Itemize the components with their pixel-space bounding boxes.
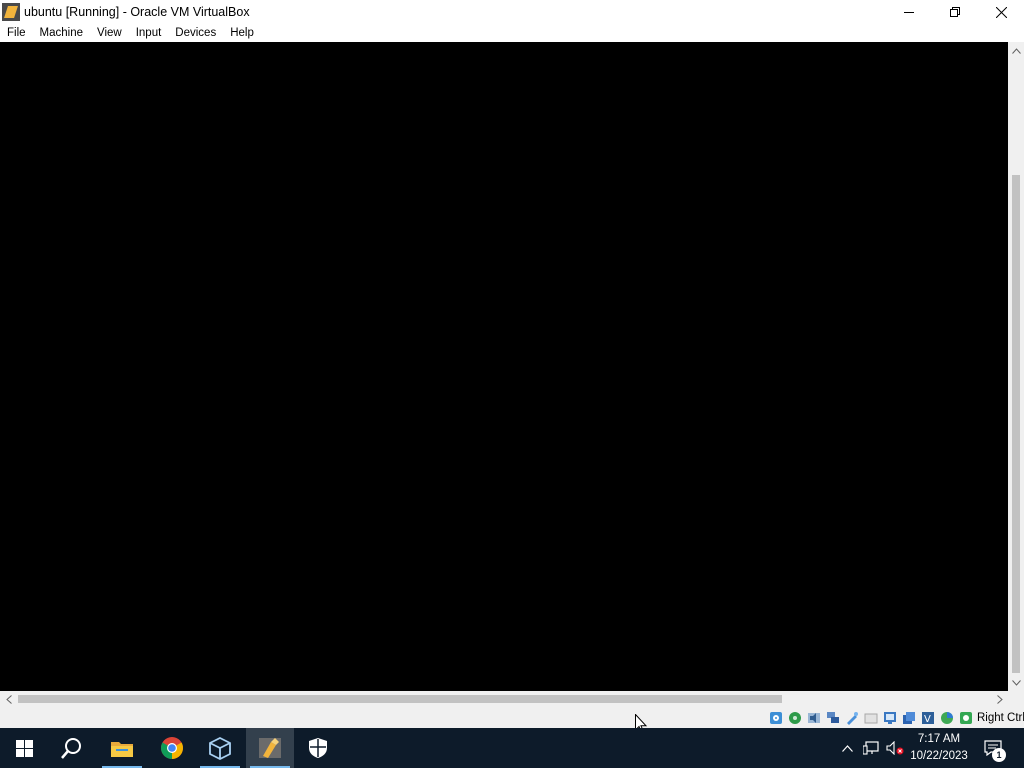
- host-key-label[interactable]: Right Ctrl: [977, 710, 1024, 726]
- menu-help[interactable]: Help: [223, 24, 261, 42]
- restore-icon: [950, 7, 960, 17]
- horizontal-scroll-thumb[interactable]: [18, 695, 782, 703]
- window-title-bar[interactable]: ubuntu [Running] - Oracle VM VirtualBox: [0, 0, 1024, 24]
- close-button[interactable]: [978, 0, 1024, 24]
- shield-icon: [309, 738, 327, 758]
- chrome-button[interactable]: [148, 728, 196, 768]
- windows-logo-icon: [15, 739, 33, 757]
- virtualbox-manager-button[interactable]: [196, 728, 244, 768]
- video-capture-icon[interactable]: [901, 710, 917, 726]
- vm-status-bar: V Right Ctrl: [0, 707, 1024, 728]
- usb-icon[interactable]: [844, 710, 860, 726]
- optical-drive-icon[interactable]: [787, 710, 803, 726]
- scroll-left-button[interactable]: [0, 691, 17, 707]
- chevron-up-icon: [841, 744, 853, 752]
- scroll-down-button[interactable]: [1008, 674, 1024, 691]
- scrollbar-corner: [1008, 691, 1024, 707]
- menu-file[interactable]: File: [0, 24, 33, 42]
- vertical-scroll-thumb[interactable]: [1012, 175, 1020, 673]
- vm-display[interactable]: [0, 42, 1008, 691]
- network-tray-button[interactable]: [860, 728, 882, 768]
- clock-time: 7:17 AM: [917, 733, 961, 745]
- show-hidden-icons-button[interactable]: [838, 728, 856, 768]
- virtualbox-vm-icon: [2, 3, 20, 21]
- vertical-scrollbar[interactable]: [1008, 42, 1024, 691]
- network-icon: [863, 741, 879, 755]
- menu-machine[interactable]: Machine: [33, 24, 90, 42]
- cpu-icon[interactable]: [939, 710, 955, 726]
- network-icon[interactable]: [825, 710, 841, 726]
- window-title: ubuntu [Running] - Oracle VM VirtualBox: [24, 5, 250, 19]
- virtualbox-vm-icon: [259, 738, 281, 758]
- chevron-right-icon: [996, 694, 1003, 704]
- window-controls: [886, 0, 1024, 24]
- system-clock[interactable]: 7:17 AM 10/22/2023: [906, 731, 972, 765]
- svg-text:V: V: [924, 714, 931, 725]
- audio-icon[interactable]: [806, 710, 822, 726]
- restore-button[interactable]: [932, 0, 978, 24]
- action-center-button[interactable]: [978, 728, 1008, 768]
- horizontal-scrollbar[interactable]: [0, 691, 1008, 707]
- hard-disk-icon[interactable]: [768, 710, 784, 726]
- display-icon[interactable]: [882, 710, 898, 726]
- file-explorer-button[interactable]: [98, 728, 146, 768]
- menu-view[interactable]: View: [90, 24, 129, 42]
- device-indicators: V: [768, 710, 977, 726]
- chevron-down-icon: [1011, 679, 1021, 686]
- search-button[interactable]: [48, 728, 96, 768]
- menu-devices[interactable]: Devices: [168, 24, 223, 42]
- minimize-button[interactable]: [886, 0, 932, 24]
- clock-date: 10/22/2023: [910, 750, 968, 762]
- close-icon: [995, 6, 1007, 18]
- menu-bar: File Machine View Input Devices Help: [0, 24, 1024, 42]
- mouse-integration-icon[interactable]: [958, 710, 974, 726]
- menu-input[interactable]: Input: [129, 24, 169, 42]
- cube-icon: [209, 736, 231, 760]
- chevron-left-icon: [5, 694, 12, 704]
- volume-tray-button[interactable]: [884, 728, 906, 768]
- windows-security-button[interactable]: [294, 728, 342, 768]
- minimize-icon: [904, 12, 914, 13]
- windows-taskbar: 7:17 AM 10/22/2023 1: [0, 728, 1024, 768]
- chrome-icon: [161, 737, 183, 759]
- folder-icon: [111, 742, 133, 757]
- notification-count-badge: 1: [992, 748, 1006, 762]
- virtualization-icon[interactable]: V: [920, 710, 936, 726]
- shared-folders-icon[interactable]: [863, 710, 879, 726]
- scroll-right-button[interactable]: [991, 691, 1008, 707]
- volume-muted-icon: [886, 741, 904, 755]
- start-button[interactable]: [0, 728, 48, 768]
- search-icon: [61, 738, 81, 759]
- scroll-up-button[interactable]: [1008, 42, 1024, 59]
- chevron-up-icon: [1011, 47, 1021, 54]
- virtualbox-vm-button[interactable]: [246, 728, 294, 768]
